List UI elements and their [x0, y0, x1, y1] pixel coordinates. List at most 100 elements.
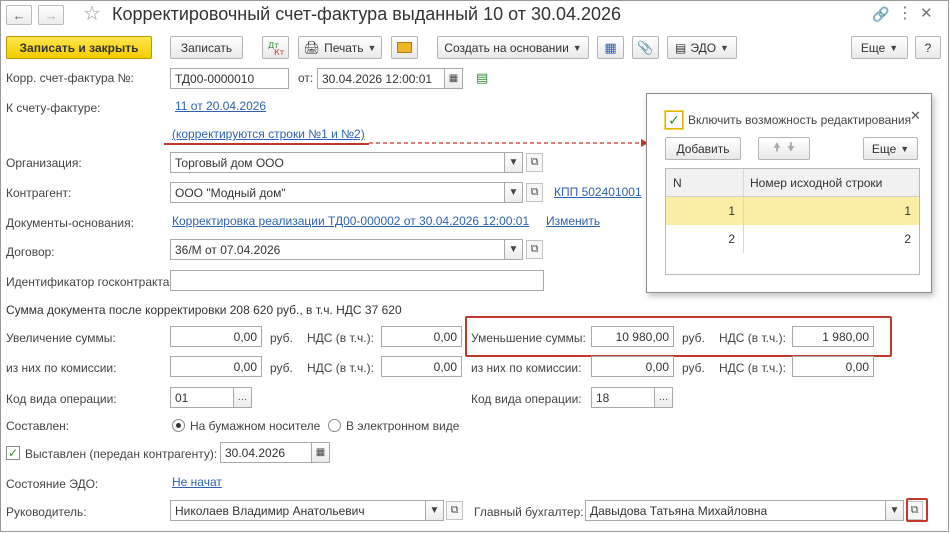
issued-calendar-button[interactable]: ▦: [311, 442, 330, 463]
checkmark-icon: ✓: [7, 446, 19, 460]
enable-edit-label[interactable]: Включить возможность редактирования: [688, 113, 911, 127]
head-dropdown[interactable]: ▼: [425, 500, 444, 521]
window-title: Корректировочный счет-фактура выданный 1…: [112, 4, 622, 24]
contract-input[interactable]: 36/М от 07.04.2026: [170, 239, 505, 260]
chevron-down-icon: ▼: [889, 42, 899, 53]
chief-accountant-input[interactable]: Давыдова Татьяна Михайловна: [585, 500, 886, 521]
table-header: N Номер исходной строки: [666, 169, 919, 197]
commission-vat-input[interactable]: 0,00: [381, 356, 462, 377]
gov-contract-label: Идентификатор госконтракта:: [6, 275, 173, 289]
table-row[interactable]: 2 2: [666, 225, 919, 253]
increase-vat-input[interactable]: 0,00: [381, 326, 462, 347]
paper-radio[interactable]: [172, 419, 185, 432]
more-menu-icon[interactable]: ⋮: [897, 3, 913, 23]
head-open-button[interactable]: ⧉: [446, 501, 463, 520]
paper-radio-label[interactable]: На бумажном носителе: [190, 419, 320, 433]
open-icon: ⧉: [530, 156, 539, 168]
op-code-input[interactable]: 01: [170, 387, 234, 408]
decrease-vat-input[interactable]: 1 980,00: [792, 326, 874, 347]
change-link[interactable]: Изменить: [546, 214, 600, 228]
move-buttons[interactable]: 🠝 🠟: [758, 137, 810, 160]
help-button[interactable]: ?: [915, 36, 941, 59]
structure-button[interactable]: ▦: [597, 36, 624, 59]
email-button[interactable]: [391, 36, 418, 59]
corrected-rows-link[interactable]: (корректируются строки №1 и №2): [172, 127, 365, 141]
edo-state-link[interactable]: Не начат: [172, 475, 222, 489]
decrease-label: Уменьшение суммы:: [471, 331, 586, 345]
save-button[interactable]: Записать: [170, 36, 243, 59]
gov-contract-input[interactable]: [170, 270, 544, 291]
chief-accountant-dropdown[interactable]: ▼: [885, 500, 904, 521]
kpp-link[interactable]: КПП 502401001: [554, 185, 642, 199]
popup-more-button[interactable]: Еще ▼: [863, 137, 918, 160]
save-and-close-button[interactable]: Записать и закрыть: [6, 36, 152, 59]
create-based-button[interactable]: Создать на основании ▼: [437, 36, 589, 59]
organization-label: Организация:: [6, 156, 82, 170]
corr-invoice-date-input[interactable]: 30.04.2026 12:00:01: [317, 68, 445, 89]
issued-date-input[interactable]: 30.04.2026: [220, 442, 312, 463]
favorite-star-icon[interactable]: ☆: [83, 1, 101, 26]
contract-dropdown[interactable]: ▼: [504, 239, 523, 260]
electronic-radio[interactable]: [328, 419, 341, 432]
contractor-open-button[interactable]: ⧉: [526, 183, 543, 202]
commission-input[interactable]: 0,00: [170, 356, 262, 377]
corr-invoice-label: Корр. счет-фактура №:: [6, 71, 134, 85]
rub-label: руб.: [270, 331, 293, 345]
popup-close-icon[interactable]: ✕: [910, 108, 921, 124]
chevron-down-icon: ▼: [367, 42, 377, 53]
hierarchy-icon: ▦: [604, 39, 617, 55]
decrease-input[interactable]: 10 980,00: [591, 326, 674, 347]
increase-input[interactable]: 0,00: [170, 326, 262, 347]
op-code-select-button[interactable]: …: [233, 387, 252, 408]
to-invoice-link[interactable]: 11 от 20.04.2026: [175, 99, 266, 113]
dt-kt-icon: ДтКт: [268, 41, 285, 56]
arrow-down-icon[interactable]: 🠟: [787, 138, 795, 159]
close-icon[interactable]: ✕: [920, 4, 933, 22]
cell-n[interactable]: 2: [666, 225, 744, 253]
enable-edit-checkbox[interactable]: ✓: [665, 111, 683, 129]
chevron-down-icon: ▼: [429, 505, 440, 516]
head-input[interactable]: Николаев Владимир Анатольевич: [170, 500, 426, 521]
contract-label: Договор:: [6, 245, 55, 259]
paperclip-icon: 📎: [637, 39, 654, 55]
organization-input[interactable]: Торговый дом ООО: [170, 152, 505, 173]
issued-label[interactable]: Выставлен (передан контрагенту):: [25, 447, 217, 461]
from-label: от:: [298, 71, 314, 85]
contractor-dropdown[interactable]: ▼: [504, 182, 523, 203]
edo-button[interactable]: ▤ ЭДО ▼: [667, 36, 737, 59]
back-button[interactable]: ←: [6, 5, 32, 25]
rows-table: N Номер исходной строки 1 1 2 2: [665, 168, 920, 275]
organization-open-button[interactable]: ⧉: [526, 153, 543, 172]
column-header-n[interactable]: N: [666, 169, 744, 196]
rub-label: руб.: [682, 331, 705, 345]
print-button[interactable]: 🖨 Печать ▼: [298, 36, 382, 59]
calendar-button[interactable]: ▦: [444, 68, 463, 89]
more-button[interactable]: Еще ▼: [851, 36, 908, 59]
base-docs-link[interactable]: Корректировка реализации ТД00-000002 от …: [172, 214, 529, 228]
table-row[interactable]: 1 1: [666, 197, 919, 225]
forward-button[interactable]: →: [38, 5, 64, 25]
op-code2-select-button[interactable]: …: [654, 387, 673, 408]
cell-n[interactable]: 1: [666, 197, 744, 225]
corr-invoice-number-input[interactable]: ТД00-0000010: [170, 68, 289, 89]
add-row-button[interactable]: Добавить: [665, 137, 741, 160]
contract-open-button[interactable]: ⧉: [526, 240, 543, 259]
organization-dropdown[interactable]: ▼: [504, 152, 523, 173]
attach-button[interactable]: 📎: [632, 36, 659, 59]
cell-source-row[interactable]: 1: [744, 197, 919, 225]
arrow-up-icon[interactable]: 🠝: [773, 138, 781, 159]
commission2-input[interactable]: 0,00: [591, 356, 674, 377]
chevron-down-icon: ▼: [508, 157, 519, 168]
commission2-vat-input[interactable]: 0,00: [792, 356, 874, 377]
link-icon[interactable]: 🔗: [872, 6, 889, 23]
issued-checkbox[interactable]: ✓: [6, 446, 20, 460]
sum-after-text: Сумма документа после корректировки 208 …: [6, 303, 402, 317]
op-code2-input[interactable]: 18: [591, 387, 655, 408]
commission-vat-label: НДС (в т.ч.):: [307, 361, 374, 375]
column-header-source-row[interactable]: Номер исходной строки: [744, 169, 919, 196]
dt-kt-button[interactable]: Дт Кт: [262, 36, 289, 59]
cell-source-row[interactable]: 2: [744, 225, 919, 253]
contractor-input[interactable]: ООО "Модный дом": [170, 182, 505, 203]
electronic-radio-label[interactable]: В электронном виде: [346, 419, 459, 433]
op-code-label: Код вида операции:: [6, 392, 117, 406]
